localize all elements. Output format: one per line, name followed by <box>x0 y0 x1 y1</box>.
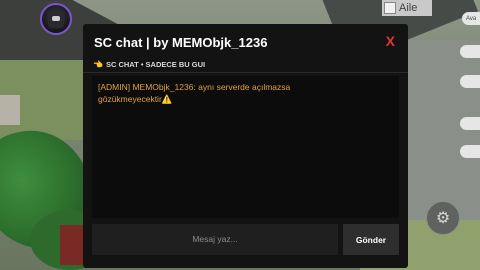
chat-message: [ADMIN] MEMObjk_1236: aynı serverde açıl… <box>98 81 338 105</box>
message-input[interactable]: Mesaj yaz... <box>92 224 338 255</box>
side-menu-button[interactable] <box>460 75 480 88</box>
close-button[interactable]: X <box>386 33 395 49</box>
stone-block <box>0 95 20 125</box>
warning-icon: ⚠️ <box>161 94 173 104</box>
chat-title: SC chat | by MEMObjk_1236 <box>94 35 268 50</box>
message-list[interactable]: [ADMIN] MEMObjk_1236: aynı serverde açıl… <box>92 76 399 218</box>
family-button[interactable]: Aile <box>382 0 432 16</box>
subtitle-label: SC CHAT • SADECE BU GUI <box>105 60 206 69</box>
hand-pointing-icon: 👈 <box>93 60 103 69</box>
chat-subtitle: 👈 SC CHAT • SADECE BU GUI <box>93 60 205 69</box>
side-menu-button[interactable]: Ava <box>462 12 480 25</box>
hooded-figure-icon <box>48 10 64 28</box>
chat-window: SC chat | by MEMObjk_1236 X 👈 SC CHAT • … <box>83 24 408 268</box>
divider <box>83 72 408 73</box>
emote-icon: ⚙ <box>435 210 451 227</box>
side-menu-button[interactable] <box>460 145 480 158</box>
send-button[interactable]: Gönder <box>343 224 399 255</box>
message-text: [ADMIN] MEMObjk_1236: aynı serverde açıl… <box>98 82 291 104</box>
checkbox-icon <box>384 2 396 14</box>
side-menu-button[interactable] <box>460 45 480 58</box>
side-menu-button[interactable] <box>460 117 480 130</box>
family-label: Aile <box>399 2 418 14</box>
player-avatar[interactable] <box>40 3 72 35</box>
chat-input-row: Mesaj yaz... Gönder <box>92 224 399 255</box>
emote-button[interactable]: ⚙ <box>426 201 460 235</box>
